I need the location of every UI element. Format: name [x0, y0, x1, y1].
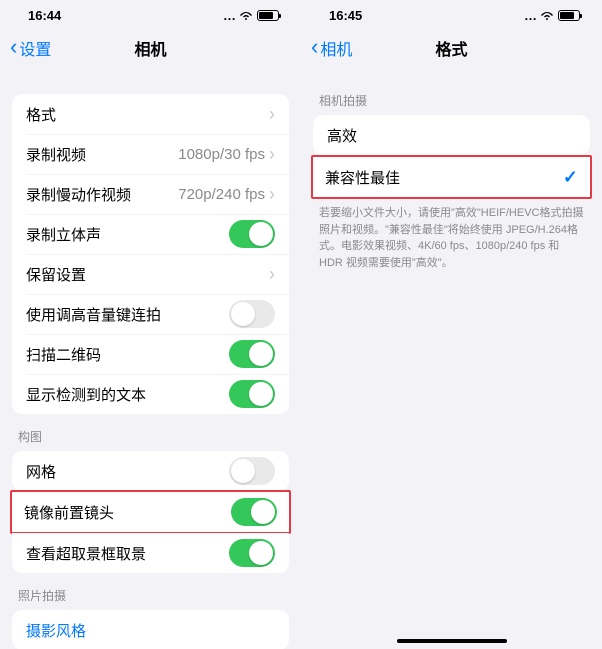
status-bar: 16:45	[301, 0, 602, 30]
row-record-video[interactable]: 录制视频 1080p/30 fps ›	[12, 134, 289, 174]
battery-icon	[558, 10, 580, 21]
row-label: 查看超取景框取景	[26, 543, 229, 564]
settings-group-1: 格式 › 录制视频 1080p/30 fps › 录制慢动作视频 720p/24…	[12, 94, 289, 414]
row-formats[interactable]: 格式 ›	[12, 94, 289, 134]
row-value: 720p/240 fps	[178, 186, 265, 203]
row-most-compatible[interactable]: 兼容性最佳 ✓	[313, 157, 590, 197]
row-scan-qr[interactable]: 扫描二维码	[12, 334, 289, 374]
highlight-most-compatible: 兼容性最佳 ✓	[311, 155, 592, 199]
status-icons	[524, 8, 580, 23]
row-view-outside-frame[interactable]: 查看超取景框取景	[12, 533, 289, 573]
switch-scan-qr[interactable]	[229, 340, 275, 368]
switch-detect-text[interactable]	[229, 380, 275, 408]
row-label: 录制慢动作视频	[26, 184, 178, 205]
wifi-arc-icon	[239, 10, 253, 21]
settings-group-photo-capture: 摄影风格	[12, 610, 289, 649]
row-detect-text[interactable]: 显示检测到的文本	[12, 374, 289, 414]
row-mirror-front[interactable]: 镜像前置镜头	[12, 492, 289, 532]
home-indicator[interactable]	[397, 639, 507, 643]
row-label: 镜像前置镜头	[24, 502, 231, 523]
settings-group-composition-cont: 查看超取景框取景	[12, 533, 289, 573]
settings-group-formats: 高效	[313, 115, 590, 155]
group-footer-formats: 若要缩小文件大小，请使用"高效"HEIF/HEVC格式拍摄照片和视频。"兼容性最…	[301, 199, 602, 281]
switch-view-outside-frame[interactable]	[229, 539, 275, 567]
chevron-right-icon: ›	[269, 105, 275, 123]
row-label: 使用调高音量键连拍	[26, 304, 229, 325]
row-label: 摄影风格	[26, 620, 275, 641]
row-label: 兼容性最佳	[325, 167, 563, 188]
row-label: 格式	[26, 104, 269, 125]
row-stereo[interactable]: 录制立体声	[12, 214, 289, 254]
group-header-photo-capture: 照片拍摄	[0, 573, 301, 610]
row-value: 1080p/30 fps	[178, 146, 265, 163]
row-volume-burst[interactable]: 使用调高音量键连拍	[12, 294, 289, 334]
chevron-right-icon: ›	[269, 145, 275, 163]
row-record-slomo[interactable]: 录制慢动作视频 720p/240 fps ›	[12, 174, 289, 214]
back-button[interactable]: ‹ 相机	[311, 36, 352, 60]
settings-group-composition: 网格	[12, 451, 289, 491]
chevron-right-icon: ›	[269, 185, 275, 203]
switch-volume-burst[interactable]	[229, 300, 275, 328]
chevron-left-icon: ‹	[10, 36, 17, 58]
row-label: 录制立体声	[26, 224, 229, 245]
row-preserve-settings[interactable]: 保留设置 ›	[12, 254, 289, 294]
status-time: 16:44	[28, 8, 61, 23]
switch-stereo[interactable]	[229, 220, 275, 248]
row-photographic-styles[interactable]: 摄影风格	[12, 610, 289, 649]
row-label: 扫描二维码	[26, 344, 229, 365]
back-label: 设置	[19, 36, 51, 60]
status-icons	[223, 8, 279, 23]
highlight-mirror-front: 镜像前置镜头	[10, 490, 291, 534]
group-header-camera-capture: 相机拍摄	[301, 78, 602, 115]
checkmark-icon: ✓	[563, 167, 578, 188]
battery-icon	[257, 10, 279, 21]
status-time: 16:45	[329, 8, 362, 23]
chevron-right-icon: ›	[269, 265, 275, 283]
wifi-icon	[223, 8, 235, 23]
row-label: 录制视频	[26, 144, 178, 165]
nav-bar: ‹ 设置 相机	[0, 30, 301, 66]
chevron-left-icon: ‹	[311, 36, 318, 58]
row-label: 显示检测到的文本	[26, 384, 229, 405]
wifi-arc-icon	[540, 10, 554, 21]
switch-mirror-front[interactable]	[231, 498, 277, 526]
row-label: 保留设置	[26, 264, 269, 285]
wifi-icon	[524, 8, 536, 23]
nav-bar: ‹ 相机 格式	[301, 30, 602, 66]
row-grid[interactable]: 网格	[12, 451, 289, 491]
row-high-efficiency[interactable]: 高效	[313, 115, 590, 155]
back-label: 相机	[320, 36, 352, 60]
row-label: 网格	[26, 461, 229, 482]
row-label: 高效	[327, 125, 576, 146]
group-header-composition: 构图	[0, 414, 301, 451]
status-bar: 16:44	[0, 0, 301, 30]
back-button[interactable]: ‹ 设置	[10, 36, 51, 60]
switch-grid[interactable]	[229, 457, 275, 485]
